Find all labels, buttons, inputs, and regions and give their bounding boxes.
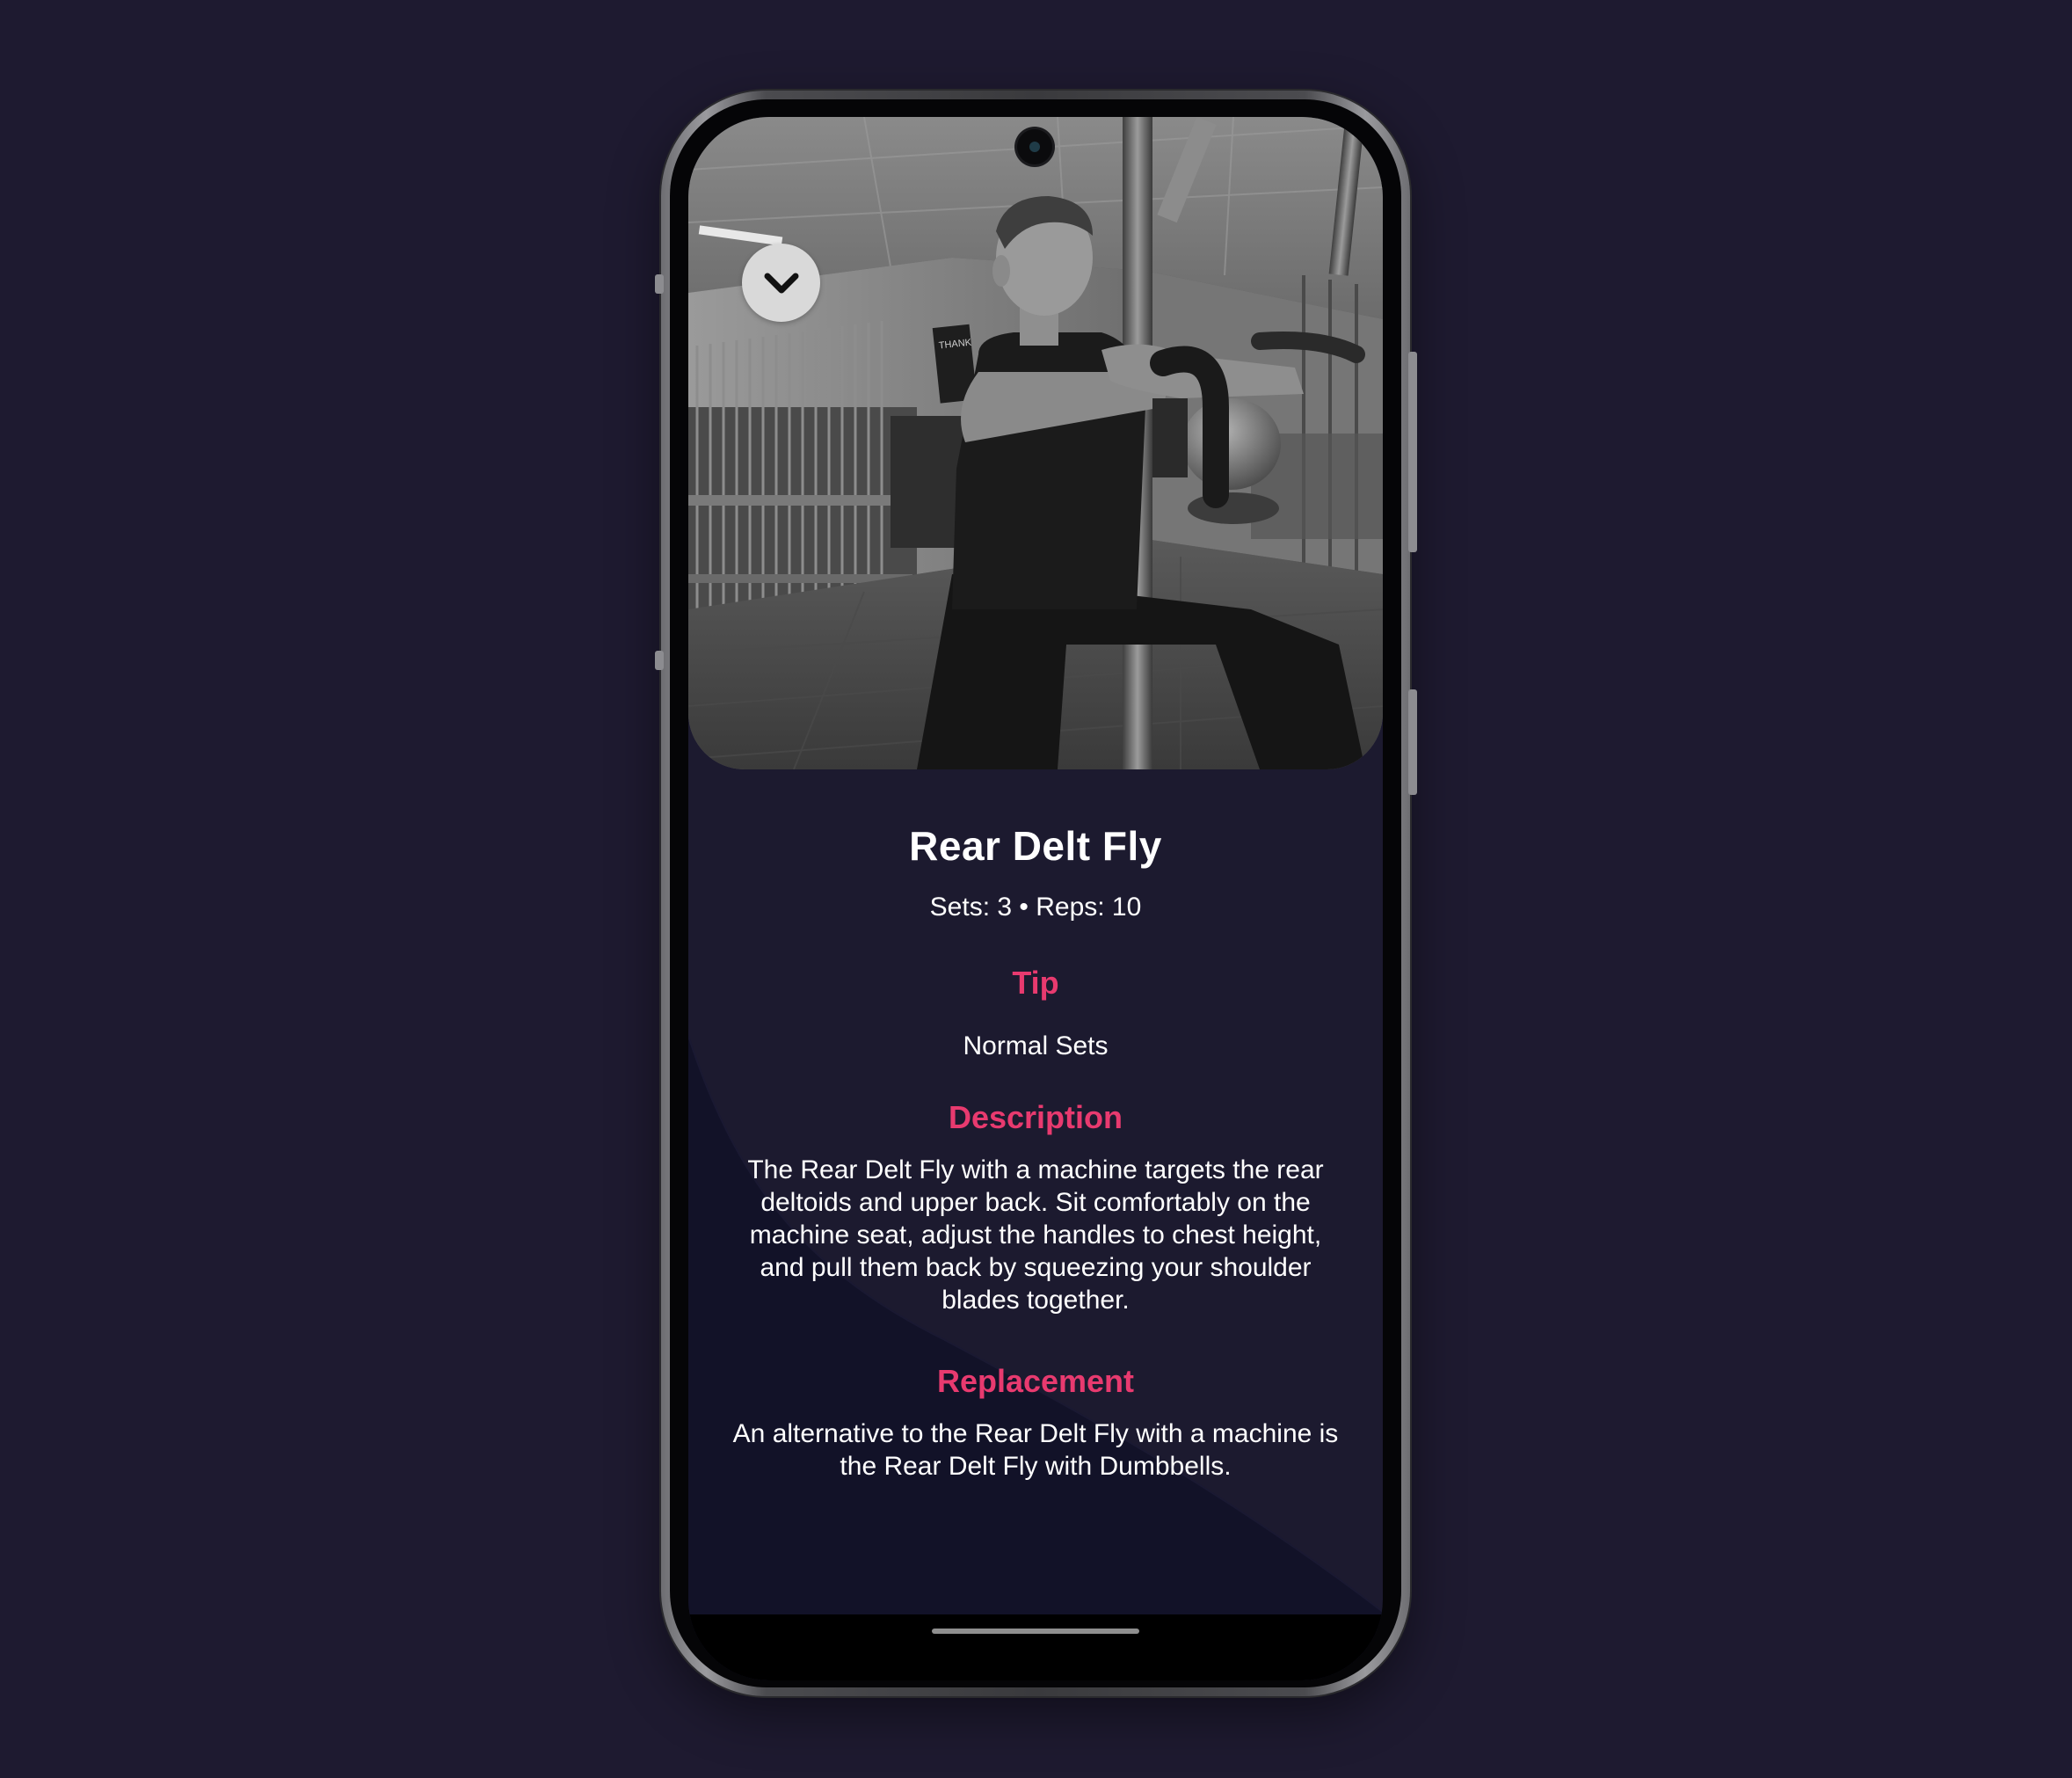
tip-text: Normal Sets (963, 1031, 1109, 1060)
app-screen: THANK Rear Delt Fly Sets: 3 • Reps: 10 T… (688, 117, 1383, 1680)
volume-button (1408, 689, 1417, 795)
left-side-button (655, 651, 664, 670)
replacement-heading: Replacement (936, 1363, 1135, 1399)
left-side-button (655, 274, 664, 294)
home-indicator[interactable] (932, 1629, 1139, 1634)
description-heading: Description (948, 1099, 1123, 1135)
exercise-photo-illustration: THANK (688, 117, 1383, 769)
description-text: The Rear Delt Fly with a machine targets… (747, 1155, 1324, 1315)
exercise-photo: THANK (688, 117, 1383, 769)
tip-heading: Tip (1012, 965, 1059, 1001)
sets-reps-text: Sets: 3 • Reps: 10 (929, 893, 1142, 922)
system-navigation-bar (688, 1614, 1383, 1680)
replacement-text: An alternative to the Rear Delt Fly with… (732, 1419, 1339, 1481)
front-camera (1017, 129, 1052, 164)
exercise-title: Rear Delt Fly (909, 823, 1162, 869)
chevron-down-icon (764, 273, 798, 293)
power-button (1408, 352, 1417, 552)
collapse-button[interactable] (742, 244, 820, 322)
